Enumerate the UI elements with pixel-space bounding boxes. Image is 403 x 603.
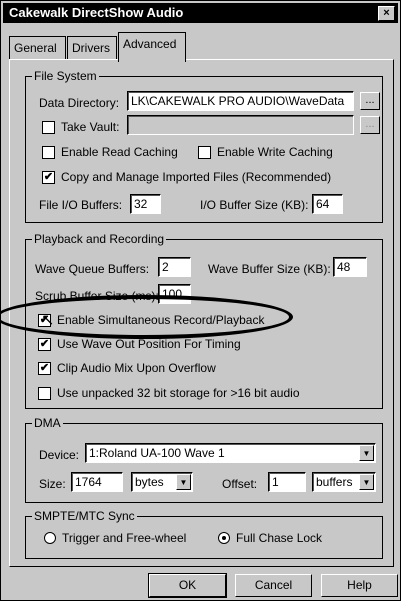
window-title: Cakewalk DirectShow Audio bbox=[9, 5, 184, 20]
data-directory-field[interactable]: LK\CAKEWALK PRO AUDIO\WaveData bbox=[127, 91, 354, 111]
check-icon: ✔ bbox=[43, 171, 54, 183]
group-label: SMPTE/MTC Sync bbox=[32, 509, 137, 523]
full-chase-lock-radio[interactable] bbox=[218, 532, 230, 544]
take-vault-checkbox[interactable] bbox=[42, 121, 55, 134]
data-directory-browse-button[interactable]: ... bbox=[360, 92, 380, 110]
file-io-buffers-label: File I/O Buffers: bbox=[39, 198, 123, 212]
copy-manage-label: Copy and Manage Imported Files (Recommen… bbox=[61, 170, 332, 184]
chevron-down-icon[interactable]: ▼ bbox=[359, 474, 374, 490]
device-label: Device: bbox=[39, 448, 80, 462]
cancel-button[interactable]: Cancel bbox=[235, 574, 312, 597]
offset-unit-select[interactable]: buffers ▼ bbox=[312, 472, 376, 492]
size-unit-value: bytes bbox=[135, 475, 164, 489]
group-label: DMA bbox=[32, 416, 63, 430]
full-chase-lock-label: Full Chase Lock bbox=[236, 531, 323, 545]
write-caching-label: Enable Write Caching bbox=[217, 145, 333, 159]
device-select[interactable]: 1:Roland UA-100 Wave 1 ▼ bbox=[85, 443, 376, 463]
tab-drivers[interactable]: Drivers bbox=[67, 36, 117, 60]
unpacked-storage-checkbox[interactable] bbox=[38, 387, 51, 400]
size-field[interactable]: 1764 bbox=[71, 472, 123, 492]
tab-advanced[interactable]: Advanced bbox=[118, 32, 186, 62]
size-label: Size: bbox=[39, 477, 66, 491]
unpacked-storage-label: Use unpacked 32 bit storage for >16 bit … bbox=[57, 386, 300, 400]
trigger-freewheel-label: Trigger and Free-wheel bbox=[62, 531, 187, 545]
help-button[interactable]: Help bbox=[321, 574, 398, 597]
group-label: File System bbox=[32, 69, 99, 83]
write-caching-checkbox[interactable] bbox=[198, 146, 211, 159]
simultaneous-record-playback-label: Enable Simultaneous Record/Playback bbox=[57, 313, 265, 327]
io-buffer-size-field[interactable]: 64 bbox=[312, 194, 343, 214]
wave-buffer-size-label: Wave Buffer Size (KB): bbox=[208, 262, 331, 276]
ok-button[interactable]: OK bbox=[148, 573, 227, 598]
take-vault-browse-button[interactable]: ... bbox=[360, 116, 380, 134]
read-caching-label: Enable Read Caching bbox=[61, 145, 178, 159]
tab-label: Advanced bbox=[123, 37, 177, 51]
dialog-window: Cakewalk DirectShow Audio × General Driv… bbox=[0, 0, 401, 601]
trigger-freewheel-radio[interactable] bbox=[44, 532, 56, 544]
scrub-buffer-field[interactable]: 100 bbox=[158, 284, 191, 304]
wave-queue-field[interactable]: 2 bbox=[158, 257, 191, 277]
wave-buffer-size-field[interactable]: 48 bbox=[333, 257, 367, 277]
chevron-down-icon[interactable]: ▼ bbox=[359, 445, 374, 461]
mouse-pointer-icon: ↖ bbox=[41, 312, 55, 329]
tab-label: General bbox=[14, 41, 57, 55]
size-unit-select[interactable]: bytes ▼ bbox=[131, 472, 193, 492]
wave-out-timing-checkbox[interactable]: ✔ bbox=[38, 338, 51, 351]
close-icon: × bbox=[383, 7, 390, 19]
wave-queue-label: Wave Queue Buffers: bbox=[35, 262, 150, 276]
read-caching-checkbox[interactable] bbox=[42, 146, 55, 159]
radio-dot bbox=[222, 536, 226, 540]
take-vault-label: Take Vault: bbox=[61, 120, 120, 134]
tab-label: Drivers bbox=[72, 41, 110, 55]
close-button[interactable]: × bbox=[378, 6, 395, 21]
offset-unit-value: buffers bbox=[316, 475, 353, 489]
take-vault-field[interactable] bbox=[127, 115, 354, 135]
offset-field[interactable]: 1 bbox=[268, 472, 306, 492]
scrub-buffer-label: Scrub Buffer Size (ms): bbox=[35, 289, 159, 303]
check-icon: ✔ bbox=[39, 362, 50, 374]
chevron-down-icon[interactable]: ▼ bbox=[176, 474, 191, 490]
tab-general[interactable]: General bbox=[9, 36, 66, 60]
wave-out-timing-label: Use Wave Out Position For Timing bbox=[57, 337, 241, 351]
group-label: Playback and Recording bbox=[32, 232, 167, 246]
offset-label: Offset: bbox=[222, 477, 258, 491]
copy-manage-checkbox[interactable]: ✔ bbox=[42, 171, 55, 184]
check-icon: ✔ bbox=[39, 338, 50, 350]
title-bar[interactable]: Cakewalk DirectShow Audio × bbox=[3, 3, 398, 23]
file-io-buffers-field[interactable]: 32 bbox=[130, 194, 161, 214]
clip-audio-label: Clip Audio Mix Upon Overflow bbox=[57, 361, 216, 375]
clip-audio-checkbox[interactable]: ✔ bbox=[38, 362, 51, 375]
io-buffer-size-label: I/O Buffer Size (KB): bbox=[200, 198, 309, 212]
data-directory-label: Data Directory: bbox=[39, 96, 120, 110]
device-value: 1:Roland UA-100 Wave 1 bbox=[89, 446, 225, 460]
